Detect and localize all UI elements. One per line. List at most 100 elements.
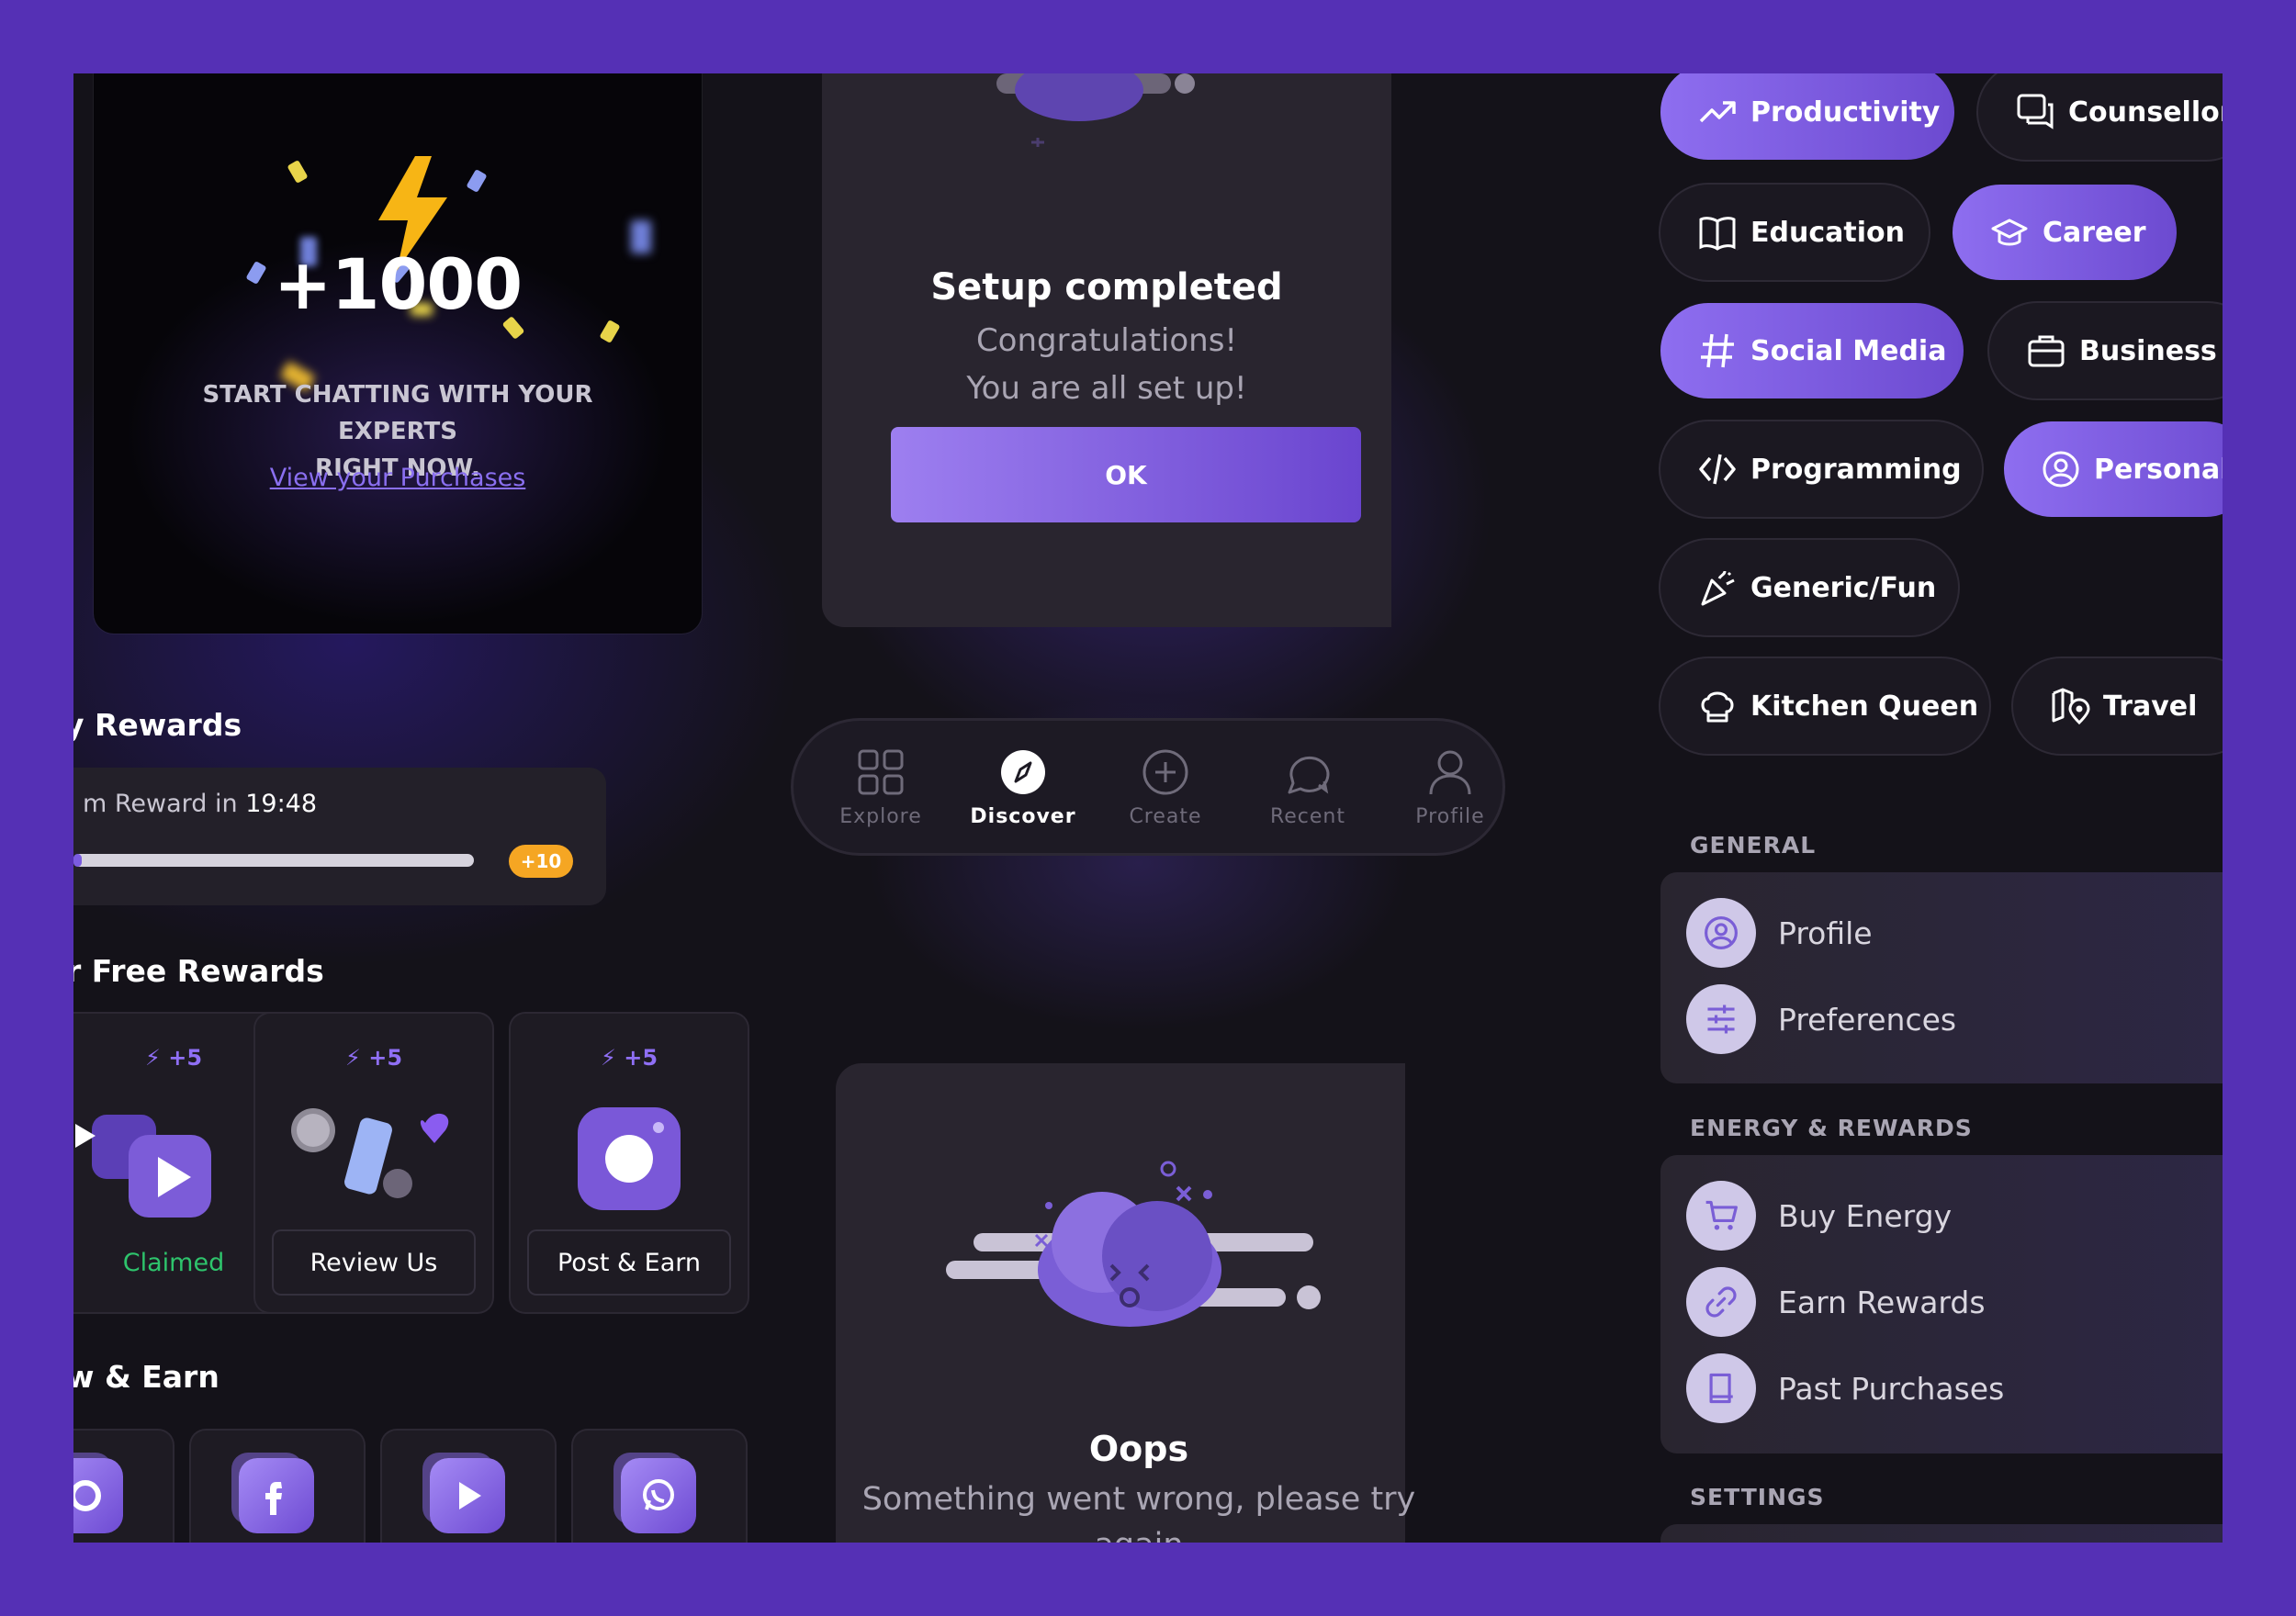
category-education[interactable]: Education — [1660, 185, 1929, 280]
category-personal[interactable]: Personal — [2004, 421, 2223, 517]
code-icon — [1699, 454, 1736, 485]
daily-reward-countdown: m Reward in 19:48 — [83, 790, 317, 818]
bottom-navigation: Explore Discover Create Recent Profile — [793, 721, 1503, 853]
setup-message-line-2: You are all set up! — [966, 370, 1247, 407]
claimed-label: Claimed — [122, 1248, 225, 1277]
map-pin-icon — [2052, 688, 2090, 725]
category-travel[interactable]: Travel — [2013, 658, 2223, 754]
nav-discover[interactable]: Discover — [954, 748, 1092, 828]
category-generic-fun[interactable]: Generic/Fun — [1660, 540, 1958, 635]
category-career[interactable]: Career — [1953, 185, 2177, 280]
broken-cloud-icon — [946, 1161, 1321, 1327]
nav-recent-label: Recent — [1269, 805, 1346, 828]
plus-circle-icon — [1142, 749, 1188, 795]
category-counsellor[interactable]: Counsellor — [1978, 73, 2223, 160]
briefcase-icon — [2028, 335, 2065, 367]
error-message: Something went wrong, please try again — [836, 1476, 1442, 1543]
nav-explore[interactable]: Explore — [812, 748, 950, 828]
error-message-line-2: again — [836, 1522, 1442, 1543]
nav-profile-label: Profile — [1415, 805, 1485, 828]
error-message-line-1: Something went wrong, please try — [861, 1481, 1416, 1518]
follow-facebook-card[interactable] — [191, 1431, 364, 1543]
settings-section-title: SETTINGS — [1690, 1484, 1825, 1510]
ok-button[interactable]: OK — [891, 427, 1361, 522]
follow-whatsapp-card[interactable] — [573, 1431, 746, 1543]
countdown-time: 19:48 — [245, 790, 318, 818]
energy-rewards-section-title: ENERGY & REWARDS — [1690, 1115, 1973, 1141]
link-icon — [1686, 1267, 1756, 1337]
reward-progress-bar — [73, 854, 474, 867]
chat-icon — [1288, 756, 1330, 794]
youtube-icon — [430, 1458, 505, 1533]
nav-create[interactable]: Create — [1097, 748, 1234, 828]
chef-hat-icon — [1701, 691, 1734, 723]
chip-label: Business — [2079, 334, 2217, 367]
reward-card: +1000 START CHATTING WITH YOUR EXPERTS R… — [94, 73, 702, 634]
user-icon — [1429, 750, 1471, 795]
menu-label: Buy Energy — [1778, 1197, 1953, 1234]
chip-label: Travel — [2103, 690, 2198, 723]
energy-amount: ⚡ +5 — [511, 1045, 748, 1071]
energy-value: +5 — [368, 1045, 403, 1071]
party-popper-icon — [1701, 570, 1735, 606]
nav-explore-label: Explore — [839, 805, 922, 828]
graduation-cap-icon — [1991, 219, 2028, 246]
follow-youtube-card[interactable] — [382, 1431, 555, 1543]
menu-preferences[interactable]: Preferences — [1686, 982, 2223, 1056]
category-programming[interactable]: Programming — [1660, 421, 1982, 517]
daily-rewards-title: y Rewards — [73, 707, 242, 743]
free-rewards-title: r Free Rewards — [73, 953, 324, 989]
reward-amount: +1000 — [273, 243, 523, 325]
menu-past-purchases[interactable]: Past Purchases — [1686, 1352, 2223, 1425]
category-kitchen-queen[interactable]: Kitchen Queen — [1660, 658, 1989, 754]
chip-label: Productivity — [1750, 95, 1941, 129]
category-social-media[interactable]: Social Media — [1660, 303, 1964, 398]
whatsapp-icon — [621, 1458, 696, 1533]
menu-label: Earn Rewards — [1778, 1284, 1986, 1320]
user-circle-icon — [1686, 898, 1756, 968]
user-circle-icon — [2043, 451, 2079, 488]
menu-profile[interactable]: Profile — [1686, 896, 2223, 970]
instagram-icon — [73, 1458, 123, 1533]
video-play-icon — [75, 1115, 211, 1218]
trending-up-icon — [1699, 101, 1736, 123]
chip-label: Kitchen Queen — [1750, 690, 1979, 723]
facebook-icon — [239, 1458, 314, 1533]
setup-message-line-1: Congratulations! — [975, 322, 1238, 359]
free-reward-card-post: ⚡ +5 Post & Earn — [511, 1014, 748, 1312]
sliders-icon — [1686, 984, 1756, 1054]
grid-icon — [858, 749, 904, 795]
menu-earn-rewards[interactable]: Earn Rewards — [1686, 1265, 2223, 1339]
energy-rewards-group: Buy Energy Earn Rewards Past Purchases — [1660, 1155, 2223, 1453]
chip-label: Career — [2043, 216, 2146, 249]
app-canvas: +1000 START CHATTING WITH YOUR EXPERTS R… — [73, 73, 2223, 1543]
category-business[interactable]: Business — [1989, 303, 2223, 398]
cloud-illustration-icon — [996, 73, 1195, 147]
energy-value: +5 — [168, 1045, 203, 1071]
menu-label: Past Purchases — [1778, 1370, 2005, 1407]
nav-create-label: Create — [1129, 805, 1202, 828]
daily-reward-box: m Reward in 19:48 — [73, 768, 606, 905]
chip-label: Personal — [2094, 453, 2223, 486]
general-group: Profile Preferences — [1660, 872, 2223, 1083]
post-and-earn-button[interactable]: Post & Earn — [529, 1231, 729, 1294]
follow-instagram-card[interactable] — [73, 1431, 173, 1543]
nav-profile[interactable]: Profile — [1381, 748, 1519, 828]
menu-buy-energy[interactable]: Buy Energy — [1686, 1179, 2223, 1252]
review-us-button[interactable]: Review Us — [274, 1231, 474, 1294]
category-productivity[interactable]: Productivity — [1660, 73, 1954, 160]
nav-discover-label: Discover — [970, 805, 1076, 828]
reward-badge: +10 — [509, 845, 573, 878]
chip-label: Counsellor — [2068, 95, 2223, 129]
menu-label: Profile — [1778, 915, 1873, 951]
reward-progress-fill — [73, 854, 82, 867]
view-purchases-link[interactable]: View your Purchases — [94, 464, 702, 492]
chip-label: Programming — [1750, 453, 1962, 486]
follow-and-earn-title: w & Earn — [73, 1359, 219, 1395]
energy-value: +5 — [624, 1045, 658, 1071]
energy-amount: ⚡ +5 — [255, 1045, 492, 1071]
review-illustration-icon — [291, 1108, 449, 1198]
bolt-icon: ⚡ — [600, 1045, 616, 1071]
nav-recent[interactable]: Recent — [1239, 748, 1377, 828]
hashtag-icon — [1701, 333, 1734, 368]
